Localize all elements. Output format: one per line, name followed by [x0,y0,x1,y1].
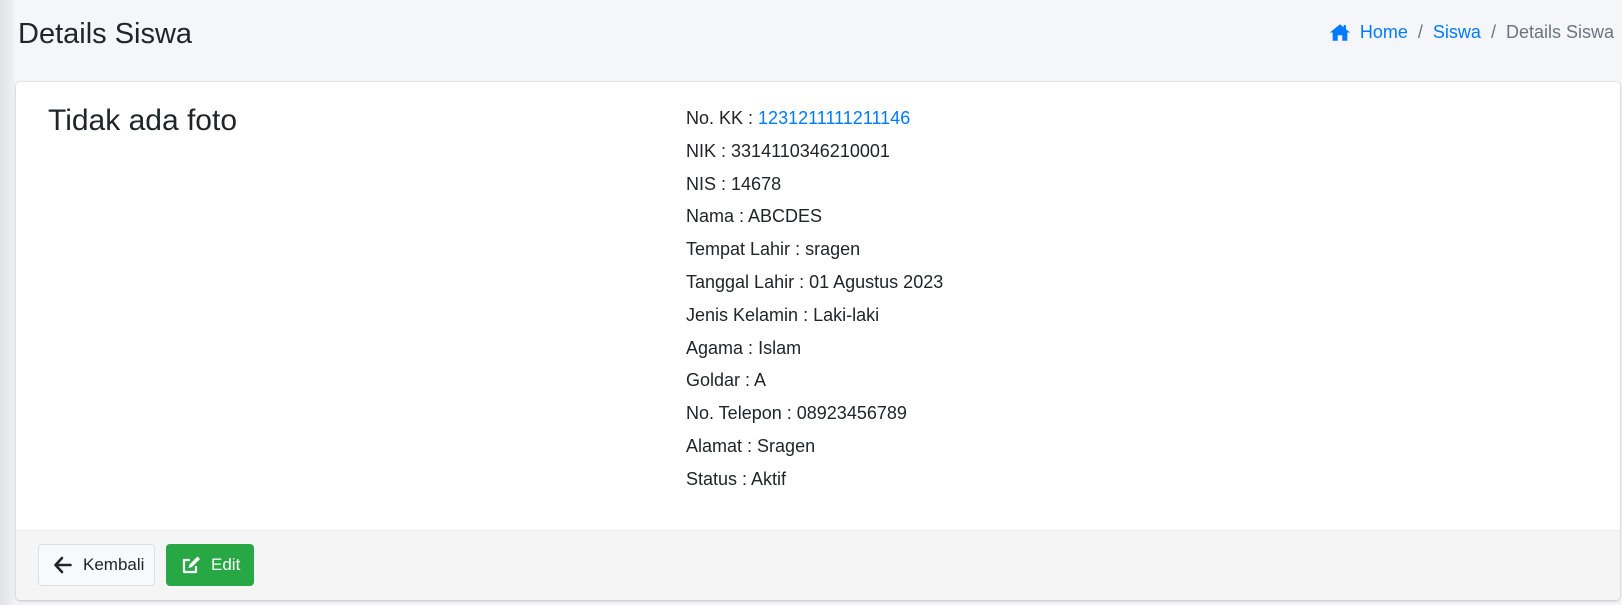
detail-nama: Nama : ABCDES [686,206,823,227]
detail-nik: NIK : 3314110346210001 [686,140,890,161]
detail-label: Nama [686,206,735,227]
sidebar-edge [0,0,14,605]
detail-label: Status [686,468,738,489]
detail-value: 08923456789 [796,403,907,424]
detail-goldar: Goldar : A [686,370,767,391]
card-body: Tidak ada foto No. KK : 1231211111211146… [16,82,1620,530]
detail-label: NIS [686,173,717,194]
detail-status: Status : Aktif [686,468,787,489]
page: Details Siswa Home / Siswa / Details Sis… [0,0,1622,605]
edit-icon [182,556,200,574]
home-icon [1329,24,1350,41]
detail-value: Sragen [757,435,816,456]
detail-label: Agama [686,337,744,358]
breadcrumb-current: Details Siswa [1505,22,1614,42]
detail-no-telepon: No. Telepon : 08923456789 [686,403,907,424]
detail-jenis-kelamin: Jenis Kelamin : Laki-laki [686,304,880,325]
detail-value: 3314110346210001 [731,140,890,161]
detail-label: Alamat [686,435,743,456]
detail-agama: Agama : Islam [686,337,802,358]
detail-value[interactable]: 1231211111211146 [758,108,910,128]
detail-value: ABCDES [748,206,823,227]
student-detail-card: Tidak ada foto No. KK : 1231211111211146… [16,82,1620,600]
photo-placeholder: Tidak ada foto [48,104,238,137]
detail-value: 01 Agustus 2023 [809,271,944,292]
detail-value: sragen [805,239,861,260]
detail-value: Laki-laki [813,304,880,325]
breadcrumb-siswa[interactable]: Siswa [1433,22,1481,43]
detail-label: Tanggal Lahir [686,271,795,292]
detail-label: NIK [686,140,717,161]
detail-tempat-lahir: Tempat Lahir : sragen [686,239,861,260]
detail-label: Tempat Lahir [686,239,791,260]
detail-value: Islam [758,337,802,358]
detail-value: A [754,370,767,391]
page-title: Details Siswa [18,18,193,50]
detail-label: Goldar [686,370,741,391]
detail-tanggal-lahir: Tanggal Lahir : 01 Agustus 2023 [686,271,944,292]
detail-value: 14678 [731,173,782,194]
detail-label: Jenis Kelamin [686,304,799,325]
breadcrumb-separator: / [1417,22,1423,42]
breadcrumb-home-label: Home [1359,22,1408,42]
content-header: Details Siswa Home / Siswa / Details Sis… [18,0,1622,80]
arrow-left-icon [54,556,72,574]
detail-label: No. KK [686,108,744,128]
breadcrumb: Home / Siswa / Details Siswa [1329,22,1614,43]
detail-label: No. Telepon [686,403,782,424]
breadcrumb-separator: / [1490,22,1496,42]
edit-button[interactable]: Edit [166,544,254,586]
detail-list: No. KK : 1231211111211146 NIK : 33141103… [686,102,943,496]
detail-no-kk: No. KK : 1231211111211146 [686,108,911,128]
detail-alamat: Alamat : Sragen [686,435,816,456]
back-button-label: Kembali [83,555,145,574]
detail-value: Aktif [751,468,787,489]
detail-nis: NIS : 14678 [686,173,782,194]
breadcrumb-home[interactable]: Home [1329,22,1408,43]
edit-button-label: Edit [211,555,241,574]
back-button[interactable]: Kembali [38,544,155,586]
card-footer: Kembali Edit [16,530,1620,600]
